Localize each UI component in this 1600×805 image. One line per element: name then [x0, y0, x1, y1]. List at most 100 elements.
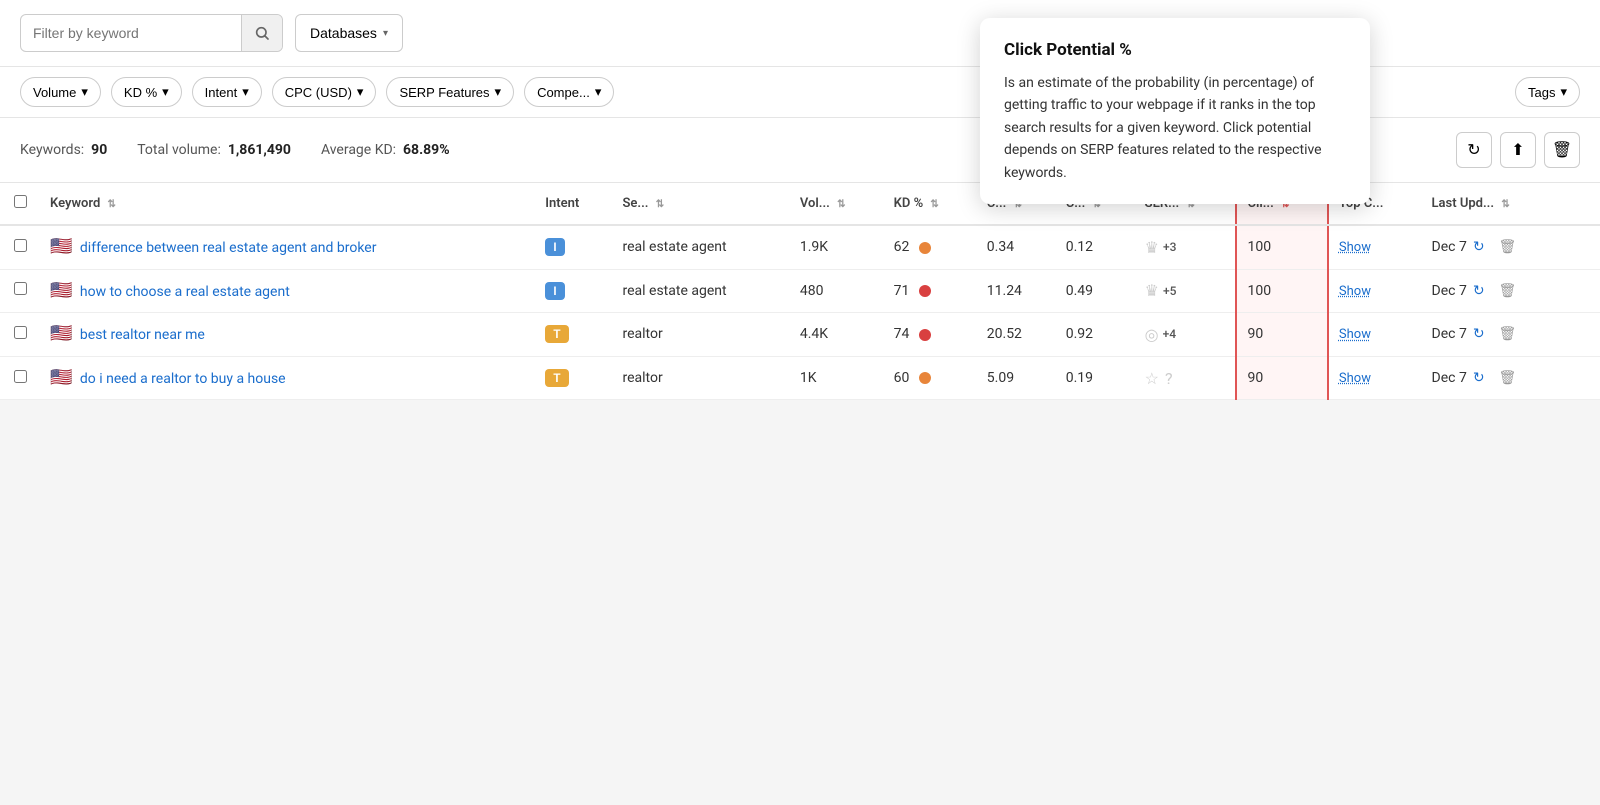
databases-dropdown[interactable]: Databases ▾ — [295, 14, 403, 52]
click-pot-cell: 100 — [1236, 225, 1327, 269]
delete-row-icon[interactable]: 🗑 — [1499, 370, 1517, 386]
click-pot-value: 90 — [1247, 326, 1263, 342]
comp-value: 0.12 — [1066, 239, 1093, 255]
serp-filter[interactable]: SERP Features ▾ — [386, 77, 514, 107]
intent-cell: T — [535, 356, 612, 400]
kd-dot — [919, 372, 931, 384]
top-comp-cell[interactable]: Show — [1328, 269, 1422, 313]
country-flag: 🇺🇸 — [50, 236, 72, 257]
refresh-all-button[interactable]: ↻ — [1456, 132, 1492, 168]
row-checkbox[interactable] — [14, 326, 27, 339]
row-checkbox[interactable] — [14, 239, 27, 252]
keyword-link[interactable]: difference between real estate agent and… — [80, 240, 377, 256]
serp-help-icon: ? — [1165, 369, 1173, 388]
keyword-col-header[interactable]: Keyword ⇅ — [40, 183, 535, 225]
comp-cell: 0.49 — [1056, 269, 1135, 313]
volume-value: 1K — [800, 370, 817, 386]
click-pot-value: 100 — [1247, 283, 1271, 299]
kd-col-header[interactable]: KD % ⇅ — [884, 183, 977, 225]
last-upd-col-header[interactable]: Last Upd... ⇅ — [1422, 183, 1572, 225]
refresh-icon[interactable]: ↻ — [1473, 370, 1485, 386]
serp-feat-cell: ☆? — [1135, 356, 1237, 400]
last-upd-col-label: Last Upd... — [1432, 196, 1495, 211]
serp-feat-cell: ♛ +3 — [1135, 225, 1237, 269]
intent-badge: T — [545, 369, 568, 387]
volume-cell: 1.9K — [790, 225, 884, 269]
sort-icon: ⇅ — [837, 199, 845, 210]
table-row: 🇺🇸 how to choose a real estate agent I r… — [0, 269, 1600, 313]
comp-value: 0.92 — [1066, 326, 1093, 342]
serp-type-cell: realtor — [612, 313, 789, 357]
row-checkbox[interactable] — [14, 282, 27, 295]
keyword-cell: 🇺🇸 do i need a realtor to buy a house — [40, 356, 535, 400]
volume-value: 1,861,490 — [228, 142, 291, 158]
kd-filter[interactable]: KD % ▾ — [111, 77, 182, 107]
cpc-filter-label: CPC (USD) — [285, 85, 352, 100]
keywords-stat: Keywords: 90 — [20, 142, 107, 158]
tags-filter[interactable]: Tags ▾ — [1515, 77, 1580, 107]
refresh-icon[interactable]: ↻ — [1473, 283, 1485, 299]
refresh-icon[interactable]: ↻ — [1473, 326, 1485, 342]
serp-type-col-header[interactable]: Se... ⇅ — [612, 183, 789, 225]
kd-value: 68.89% — [403, 142, 450, 158]
row-checkbox-cell[interactable] — [0, 269, 40, 313]
chevron-down-icon: ▾ — [162, 84, 169, 100]
top-comp-show-link[interactable]: Show — [1339, 240, 1371, 255]
serp-feat-content: ◎ +4 — [1145, 325, 1226, 344]
serp-plus-count: +4 — [1163, 327, 1176, 341]
table-body: 🇺🇸 difference between real estate agent … — [0, 225, 1600, 400]
search-button[interactable] — [241, 15, 282, 51]
comp-filter[interactable]: Compe... ▾ — [524, 77, 614, 107]
row-checkbox[interactable] — [14, 370, 27, 383]
volume-col-header[interactable]: Vol... ⇅ — [790, 183, 884, 225]
sort-icon: ⇅ — [1501, 199, 1509, 210]
kd-value: 60 — [894, 370, 910, 386]
intent-col-header[interactable]: Intent — [535, 183, 612, 225]
intent-badge: I — [545, 238, 564, 256]
last-upd-date: Dec 7 — [1432, 370, 1467, 386]
keywords-value: 90 — [91, 142, 107, 158]
click-potential-tooltip: Click Potential % Is an estimate of the … — [980, 18, 1370, 204]
serp-type-value: realtor — [622, 326, 662, 342]
delete-all-button[interactable]: 🗑 — [1544, 132, 1580, 168]
row-checkbox-cell[interactable] — [0, 356, 40, 400]
serp-type-value: real estate agent — [622, 283, 726, 299]
cpc-filter[interactable]: CPC (USD) ▾ — [272, 77, 377, 107]
serp-feat-cell: ◎ +4 — [1135, 313, 1237, 357]
actions-col-header — [1571, 183, 1600, 225]
top-comp-cell[interactable]: Show — [1328, 313, 1422, 357]
top-comp-show-link[interactable]: Show — [1339, 284, 1371, 299]
click-pot-value: 100 — [1247, 239, 1271, 255]
top-comp-cell[interactable]: Show — [1328, 225, 1422, 269]
keyword-link[interactable]: how to choose a real estate agent — [80, 284, 290, 300]
top-comp-show-link[interactable]: Show — [1339, 371, 1371, 386]
intent-badge: T — [545, 325, 568, 343]
search-box[interactable] — [20, 14, 283, 52]
volume-cell: 480 — [790, 269, 884, 313]
top-comp-show-link[interactable]: Show — [1339, 327, 1371, 342]
export-button[interactable]: ⬆ — [1500, 132, 1536, 168]
select-all-checkbox[interactable] — [14, 195, 27, 208]
top-comp-cell[interactable]: Show — [1328, 356, 1422, 400]
row-checkbox-cell[interactable] — [0, 313, 40, 357]
comp-cell: 0.12 — [1056, 225, 1135, 269]
delete-row-icon[interactable]: 🗑 — [1499, 239, 1517, 255]
select-all-header[interactable] — [0, 183, 40, 225]
delete-row-icon[interactable]: 🗑 — [1499, 283, 1517, 299]
row-checkbox-cell[interactable] — [0, 225, 40, 269]
sort-icon: ⇅ — [656, 199, 664, 210]
volume-filter[interactable]: Volume ▾ — [20, 77, 101, 107]
last-upd-cell: Dec 7 ↻ 🗑 — [1422, 356, 1572, 400]
keyword-link[interactable]: do i need a realtor to buy a house — [80, 371, 286, 387]
kd-cell: 62 — [884, 225, 977, 269]
serp-plus-count: +3 — [1163, 240, 1176, 254]
last-upd-date: Dec 7 — [1432, 283, 1467, 299]
cpc-value: 11.24 — [987, 283, 1022, 299]
keyword-link[interactable]: best realtor near me — [80, 327, 205, 343]
search-input[interactable] — [21, 25, 241, 41]
cpc-cell: 0.34 — [977, 225, 1056, 269]
refresh-icon[interactable]: ↻ — [1473, 239, 1485, 255]
delete-row-icon[interactable]: 🗑 — [1499, 326, 1517, 342]
intent-filter[interactable]: Intent ▾ — [192, 77, 262, 107]
keyword-cell: 🇺🇸 difference between real estate agent … — [40, 225, 535, 269]
